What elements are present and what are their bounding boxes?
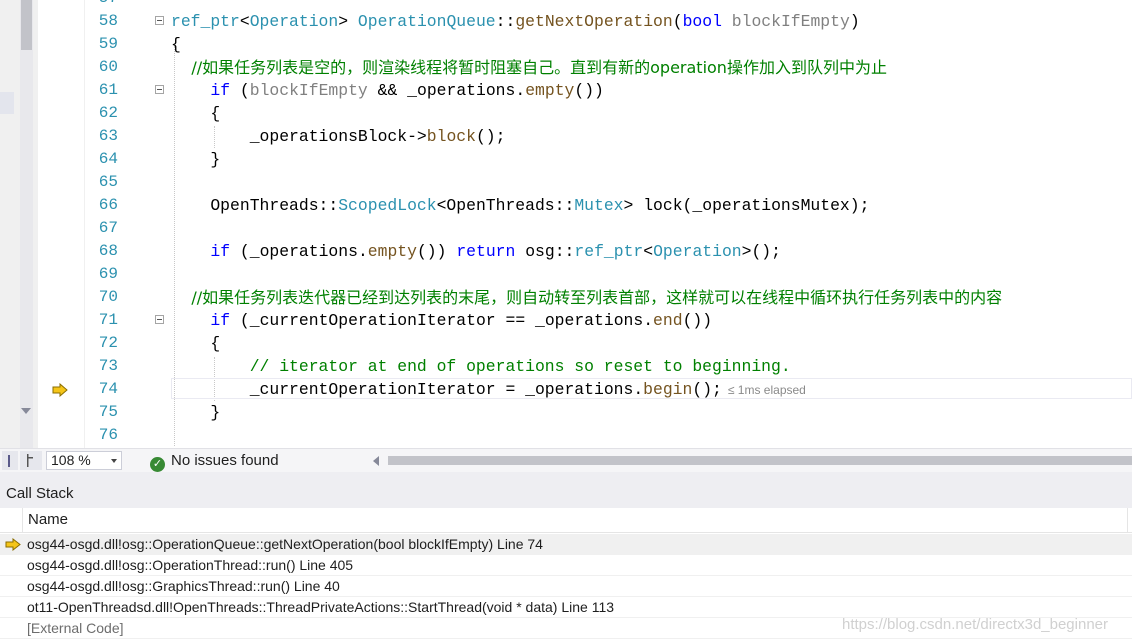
issues-indicator[interactable]: ✓ No issues found [150, 450, 279, 472]
line-number: 73 [98, 357, 118, 375]
code-line[interactable]: 73 // iterator at end of operations so r… [0, 355, 1132, 378]
call-stack-frame[interactable]: ot11-OpenThreadsd.dll!OpenThreads::Threa… [0, 597, 1132, 618]
code-text: } [171, 150, 221, 169]
code-line[interactable]: 70 //如果任务列表迭代器已经到达列表的末尾，则自动转至列表首部，这样就可以在… [0, 286, 1132, 309]
line-number: 62 [98, 104, 118, 122]
line-number: 57 [86, 0, 118, 10]
zoom-level-value: 108 % [51, 452, 91, 468]
line-number: 74 [98, 380, 118, 398]
code-line[interactable]: 61 if (blockIfEmpty && _operations.empty… [0, 79, 1132, 102]
call-stack-column-header[interactable]: Name [0, 508, 1132, 533]
current-frame-arrow-icon [5, 538, 21, 551]
code-line[interactable]: 62 { [0, 102, 1132, 125]
code-line[interactable]: 67 [0, 217, 1132, 240]
collapse-toggle-icon[interactable] [155, 85, 164, 94]
line-number: 64 [98, 150, 118, 168]
code-line[interactable]: 65 [0, 171, 1132, 194]
line-number: 61 [98, 81, 118, 99]
tab-indent-button[interactable] [20, 451, 42, 470]
code-line[interactable]: 72 { [0, 332, 1132, 355]
editor-status-bar: 108 % ✓ No issues found [0, 448, 1132, 472]
code-line[interactable]: 58 ref_ptr<Operation> OperationQueue::get… [0, 10, 1132, 33]
code-text: if (blockIfEmpty && _operations.empty()) [210, 81, 604, 100]
code-text: OpenThreads::ScopedLock<OpenThreads::Mut… [171, 196, 870, 215]
code-line[interactable]: 75 } [0, 401, 1132, 424]
code-text: if (_operations.empty()) return osg::ref… [210, 242, 781, 261]
name-column-header[interactable]: Name [28, 511, 68, 528]
code-line[interactable]: 64 } [0, 148, 1132, 171]
code-text: // iterator at end of operations so rese… [249, 357, 791, 376]
call-stack-frame[interactable]: osg44-osgd.dll!osg::OperationThread::run… [0, 555, 1132, 576]
code-text: //如果任务列表是空的，则渲染线程将暂时阻塞自己。直到有新的operation操… [191, 58, 887, 77]
code-line[interactable]: 74 _currentOperationIterator = _operatio… [0, 378, 1132, 401]
line-number: 75 [98, 403, 118, 421]
code-line[interactable]: 66 OpenThreads::ScopedLock<OpenThreads::… [0, 194, 1132, 217]
call-stack-panel-title[interactable]: Call Stack [0, 472, 1132, 508]
collapse-toggle-icon[interactable] [155, 16, 164, 25]
line-number: 70 [98, 288, 118, 306]
perf-tip-elapsed[interactable]: ≤ 1ms elapsed [728, 383, 806, 397]
call-stack-title: Call Stack [6, 485, 74, 502]
line-number: 66 [98, 196, 118, 214]
frame-name: osg44-osgd.dll!osg::GraphicsThread::run(… [27, 578, 340, 594]
code-line[interactable]: 69 [0, 263, 1132, 286]
code-line[interactable]: 68 if (_operations.empty()) return osg::… [0, 240, 1132, 263]
line-number: 76 [98, 426, 118, 444]
line-number: 59 [98, 35, 118, 53]
column-splitter[interactable] [1127, 508, 1128, 532]
code-text: _operationsBlock->block(); [249, 127, 506, 146]
frame-name: [External Code] [27, 620, 124, 636]
code-text: { [171, 35, 181, 54]
code-text: if (_currentOperationIterator == _operat… [210, 311, 713, 330]
glyph-column-header [0, 508, 23, 532]
split-icon [8, 455, 10, 467]
chevron-down-icon [111, 459, 117, 463]
line-number: 63 [98, 127, 118, 145]
code-text: { [171, 334, 221, 353]
line-number: 67 [98, 219, 118, 237]
code-line[interactable]: 59 { [0, 33, 1132, 56]
code-text: } [171, 403, 221, 422]
call-stack-frame[interactable]: osg44-osgd.dll!osg::OperationQueue::getN… [0, 534, 1132, 555]
line-number: 72 [98, 334, 118, 352]
code-line[interactable]: 60 //如果任务列表是空的，则渲染线程将暂时阻塞自己。直到有新的operati… [0, 56, 1132, 79]
call-stack-frame[interactable]: osg44-osgd.dll!osg::GraphicsThread::run(… [0, 576, 1132, 597]
code-line[interactable]: 76 [0, 424, 1132, 447]
zoom-level-dropdown[interactable]: 108 % [46, 451, 122, 470]
code-editor[interactable]: 5758 ref_ptr<Operation> OperationQueue::g… [0, 0, 1132, 448]
code-text: //如果任务列表迭代器已经到达列表的末尾，则自动转至列表首部，这样就可以在线程中… [191, 288, 1003, 307]
code-text: { [171, 104, 221, 123]
watermark-text: https://blog.csdn.net/directx3d_beginner [842, 616, 1109, 633]
line-number: 71 [98, 311, 118, 329]
horizontal-scrollbar-thumb[interactable] [388, 456, 1132, 465]
collapse-toggle-icon[interactable] [155, 315, 164, 324]
scroll-left-arrow-icon[interactable] [373, 456, 379, 466]
code-line[interactable]: 57 [0, 0, 1132, 10]
code-line[interactable]: 63 _operationsBlock->block(); [0, 125, 1132, 148]
frame-name: ot11-OpenThreadsd.dll!OpenThreads::Threa… [27, 599, 615, 615]
indent-icon [27, 454, 33, 467]
code-line[interactable]: 71 if (_currentOperationIterator == _ope… [0, 309, 1132, 332]
frame-name: osg44-osgd.dll!osg::OperationQueue::getN… [27, 536, 543, 552]
line-number: 69 [98, 265, 118, 283]
line-number: 68 [98, 242, 118, 260]
issues-label: No issues found [171, 452, 279, 469]
code-text: ref_ptr<Operation> OperationQueue::getNe… [171, 12, 860, 31]
frame-name: osg44-osgd.dll!osg::OperationThread::run… [27, 557, 354, 573]
code-text: _currentOperationIterator = _operations.… [249, 380, 806, 399]
split-editor-button[interactable] [2, 451, 18, 470]
line-number: 65 [98, 173, 118, 191]
check-circle-icon: ✓ [150, 457, 165, 472]
line-number: 58 [98, 12, 118, 30]
line-number: 60 [98, 58, 118, 76]
